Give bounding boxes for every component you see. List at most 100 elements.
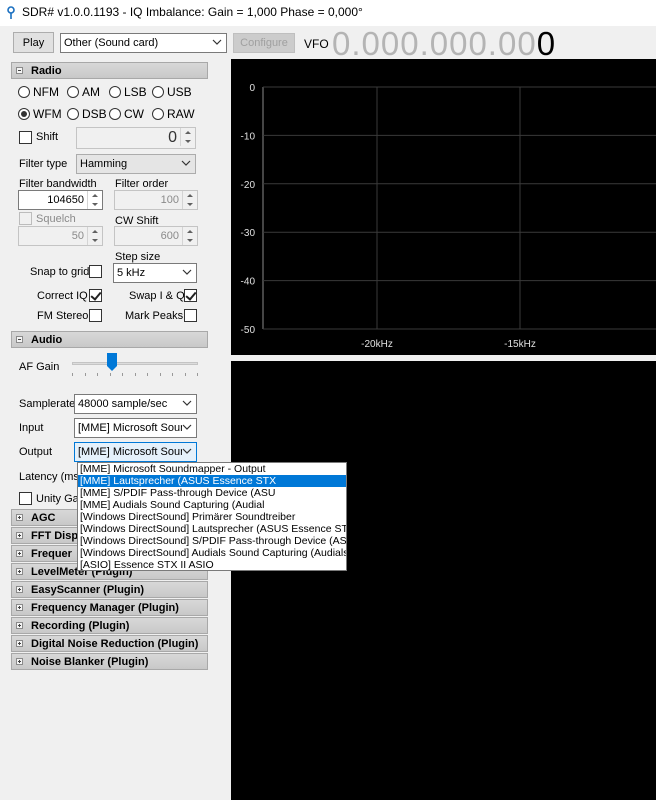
slider-tick xyxy=(160,373,161,376)
slider-tick xyxy=(110,373,111,376)
af-gain-slider[interactable] xyxy=(72,353,198,378)
mark-peaks-checkbox[interactable] xyxy=(184,309,197,322)
expand-icon xyxy=(16,532,23,539)
output-option[interactable]: [Windows DirectSound] Audials Sound Capt… xyxy=(78,547,346,559)
output-device-select[interactable]: [MME] Microsoft Sound xyxy=(74,442,197,462)
expand-icon xyxy=(16,514,23,521)
sdr-app-icon xyxy=(7,6,15,19)
input-device-value: [MME] Microsoft Sound xyxy=(78,422,193,434)
play-button[interactable]: Play xyxy=(13,32,54,53)
samplerate-select[interactable]: 48000 sample/sec xyxy=(74,394,197,414)
fm-stereo-label: FM Stereo xyxy=(37,310,89,322)
shift-label: Shift xyxy=(36,131,59,143)
noise-blanker-panel-header[interactable]: Noise Blanker (Plugin) xyxy=(11,653,208,670)
x-tick-label: -15kHz xyxy=(504,339,536,350)
window-title: SDR# v1.0.0.1193 - IQ Imbalance: Gain = … xyxy=(22,5,363,19)
mode-label-raw: RAW xyxy=(167,107,195,121)
shift-value-spinner[interactable]: 0 xyxy=(76,127,196,149)
input-device-select[interactable]: [MME] Microsoft Sound xyxy=(74,418,197,438)
slider-tick xyxy=(172,373,173,376)
spinner-arrows-icon[interactable] xyxy=(180,128,195,146)
correct-iq-label: Correct IQ xyxy=(37,290,88,302)
step-size-value: 5 kHz xyxy=(117,267,146,279)
fm-stereo-checkbox[interactable] xyxy=(89,309,102,322)
title-bar: SDR# v1.0.0.1193 - IQ Imbalance: Gain = … xyxy=(0,0,656,26)
output-option[interactable]: [Windows DirectSound] Lautsprecher (ASUS… xyxy=(78,523,346,535)
audio-header-label: Audio xyxy=(31,333,63,346)
mode-radio-lsb[interactable] xyxy=(109,86,121,98)
spinner-arrows-icon[interactable] xyxy=(182,191,197,209)
step-size-select[interactable]: 5 kHz xyxy=(113,263,197,283)
correct-iq-checkbox[interactable] xyxy=(89,289,102,302)
slider-tick xyxy=(197,373,198,376)
source-select[interactable]: Other (Sound card) xyxy=(60,33,227,53)
filter-type-select[interactable]: Hamming xyxy=(76,154,196,174)
mode-radio-wfm[interactable] xyxy=(18,108,30,120)
filter-order-label: Filter order xyxy=(115,178,169,190)
filter-bandwidth-spinner[interactable]: 104650 xyxy=(18,190,103,210)
y-tick-label: -30 xyxy=(241,228,256,239)
slider-tick xyxy=(122,373,123,376)
digital-noise-reduction-panel-header[interactable]: Digital Noise Reduction (Plugin) xyxy=(11,635,208,652)
y-tick-label: -10 xyxy=(241,131,256,142)
waterfall-display[interactable] xyxy=(231,361,656,800)
output-option[interactable]: [Windows DirectSound] Primärer Soundtrei… xyxy=(78,511,346,523)
output-option[interactable]: [Windows DirectSound] S/PDIF Pass-throug… xyxy=(78,535,346,547)
easyscanner-panel-header[interactable]: EasyScanner (Plugin) xyxy=(11,581,208,598)
configure-button[interactable]: Configure xyxy=(233,33,295,53)
mode-radio-usb[interactable] xyxy=(152,86,164,98)
spinner-arrows-icon[interactable] xyxy=(87,191,102,209)
output-option[interactable]: [MME] S/PDIF Pass-through Device (ASU xyxy=(78,487,346,499)
output-device-dropdown-list[interactable]: [MME] Microsoft Soundmapper - Output [MME… xyxy=(77,462,347,571)
squelch-label: Squelch xyxy=(36,213,76,225)
cw-shift-spinner[interactable]: 600 xyxy=(114,226,198,246)
af-gain-label: AF Gain xyxy=(19,361,60,373)
expand-icon xyxy=(16,604,23,611)
output-device-value: [MME] Microsoft Sound xyxy=(78,446,193,458)
y-tick-label: 0 xyxy=(249,83,255,94)
x-tick-label: -20kHz xyxy=(361,339,393,350)
noise-blanker-label: Noise Blanker (Plugin) xyxy=(31,655,149,668)
vfo-digits-dim: 0.000.000.00 xyxy=(332,25,537,62)
spinner-arrows-icon[interactable] xyxy=(87,227,102,245)
snap-to-grid-checkbox[interactable] xyxy=(89,265,102,278)
radio-panel-header[interactable]: Radio xyxy=(11,62,208,79)
fft-label: FFT Disp xyxy=(31,529,79,542)
frequency-manager-panel-header[interactable]: Frequency Manager (Plugin) xyxy=(11,599,208,616)
mode-label-wfm: WFM xyxy=(33,107,62,121)
mode-radio-cw[interactable] xyxy=(109,108,121,120)
audio-panel-header[interactable]: Audio xyxy=(11,331,208,348)
output-option[interactable]: [MME] Audials Sound Capturing (Audial xyxy=(78,499,346,511)
samplerate-value: 48000 sample/sec xyxy=(78,398,168,410)
output-option[interactable]: [ASIO] Essence STX II ASIO xyxy=(78,559,346,570)
spectrum-analyzer[interactable]: 0 -10 -20 -30 -40 -50 -20kHz -15kHz xyxy=(231,59,656,355)
mode-radio-nfm[interactable] xyxy=(18,86,30,98)
source-select-value: Other (Sound card) xyxy=(64,37,159,49)
swap-iq-checkbox[interactable] xyxy=(184,289,197,302)
recording-panel-header[interactable]: Recording (Plugin) xyxy=(11,617,208,634)
squelch-spinner[interactable]: 50 xyxy=(18,226,103,246)
output-option[interactable]: [MME] Microsoft Soundmapper - Output xyxy=(78,463,346,475)
slider-thumb[interactable] xyxy=(107,353,117,371)
snap-to-grid-label: Snap to grid xyxy=(30,266,90,278)
output-option[interactable]: [MME] Lautsprecher (ASUS Essence STX xyxy=(78,475,346,487)
mode-radio-raw[interactable] xyxy=(152,108,164,120)
shift-checkbox[interactable] xyxy=(19,131,32,144)
squelch-checkbox[interactable] xyxy=(19,212,32,225)
chevron-down-icon xyxy=(182,400,192,406)
unity-gain-checkbox[interactable] xyxy=(19,492,32,505)
spinner-arrows-icon[interactable] xyxy=(182,227,197,245)
vfo-label: VFO xyxy=(304,37,329,51)
chevron-down-icon xyxy=(182,269,192,275)
mode-radio-am[interactable] xyxy=(67,86,79,98)
expand-icon xyxy=(16,568,23,575)
filter-bandwidth-value: 104650 xyxy=(47,194,84,206)
frequency-label: Frequer xyxy=(31,547,72,560)
expand-icon xyxy=(16,658,23,665)
mode-radio-dsb[interactable] xyxy=(67,108,79,120)
slider-tick xyxy=(97,373,98,376)
filter-order-spinner[interactable]: 100 xyxy=(114,190,198,210)
shift-value: 0 xyxy=(168,129,177,146)
vfo-frequency-display[interactable]: 0.000.000.000 xyxy=(332,25,556,63)
slider-thumb-icon xyxy=(107,353,117,371)
